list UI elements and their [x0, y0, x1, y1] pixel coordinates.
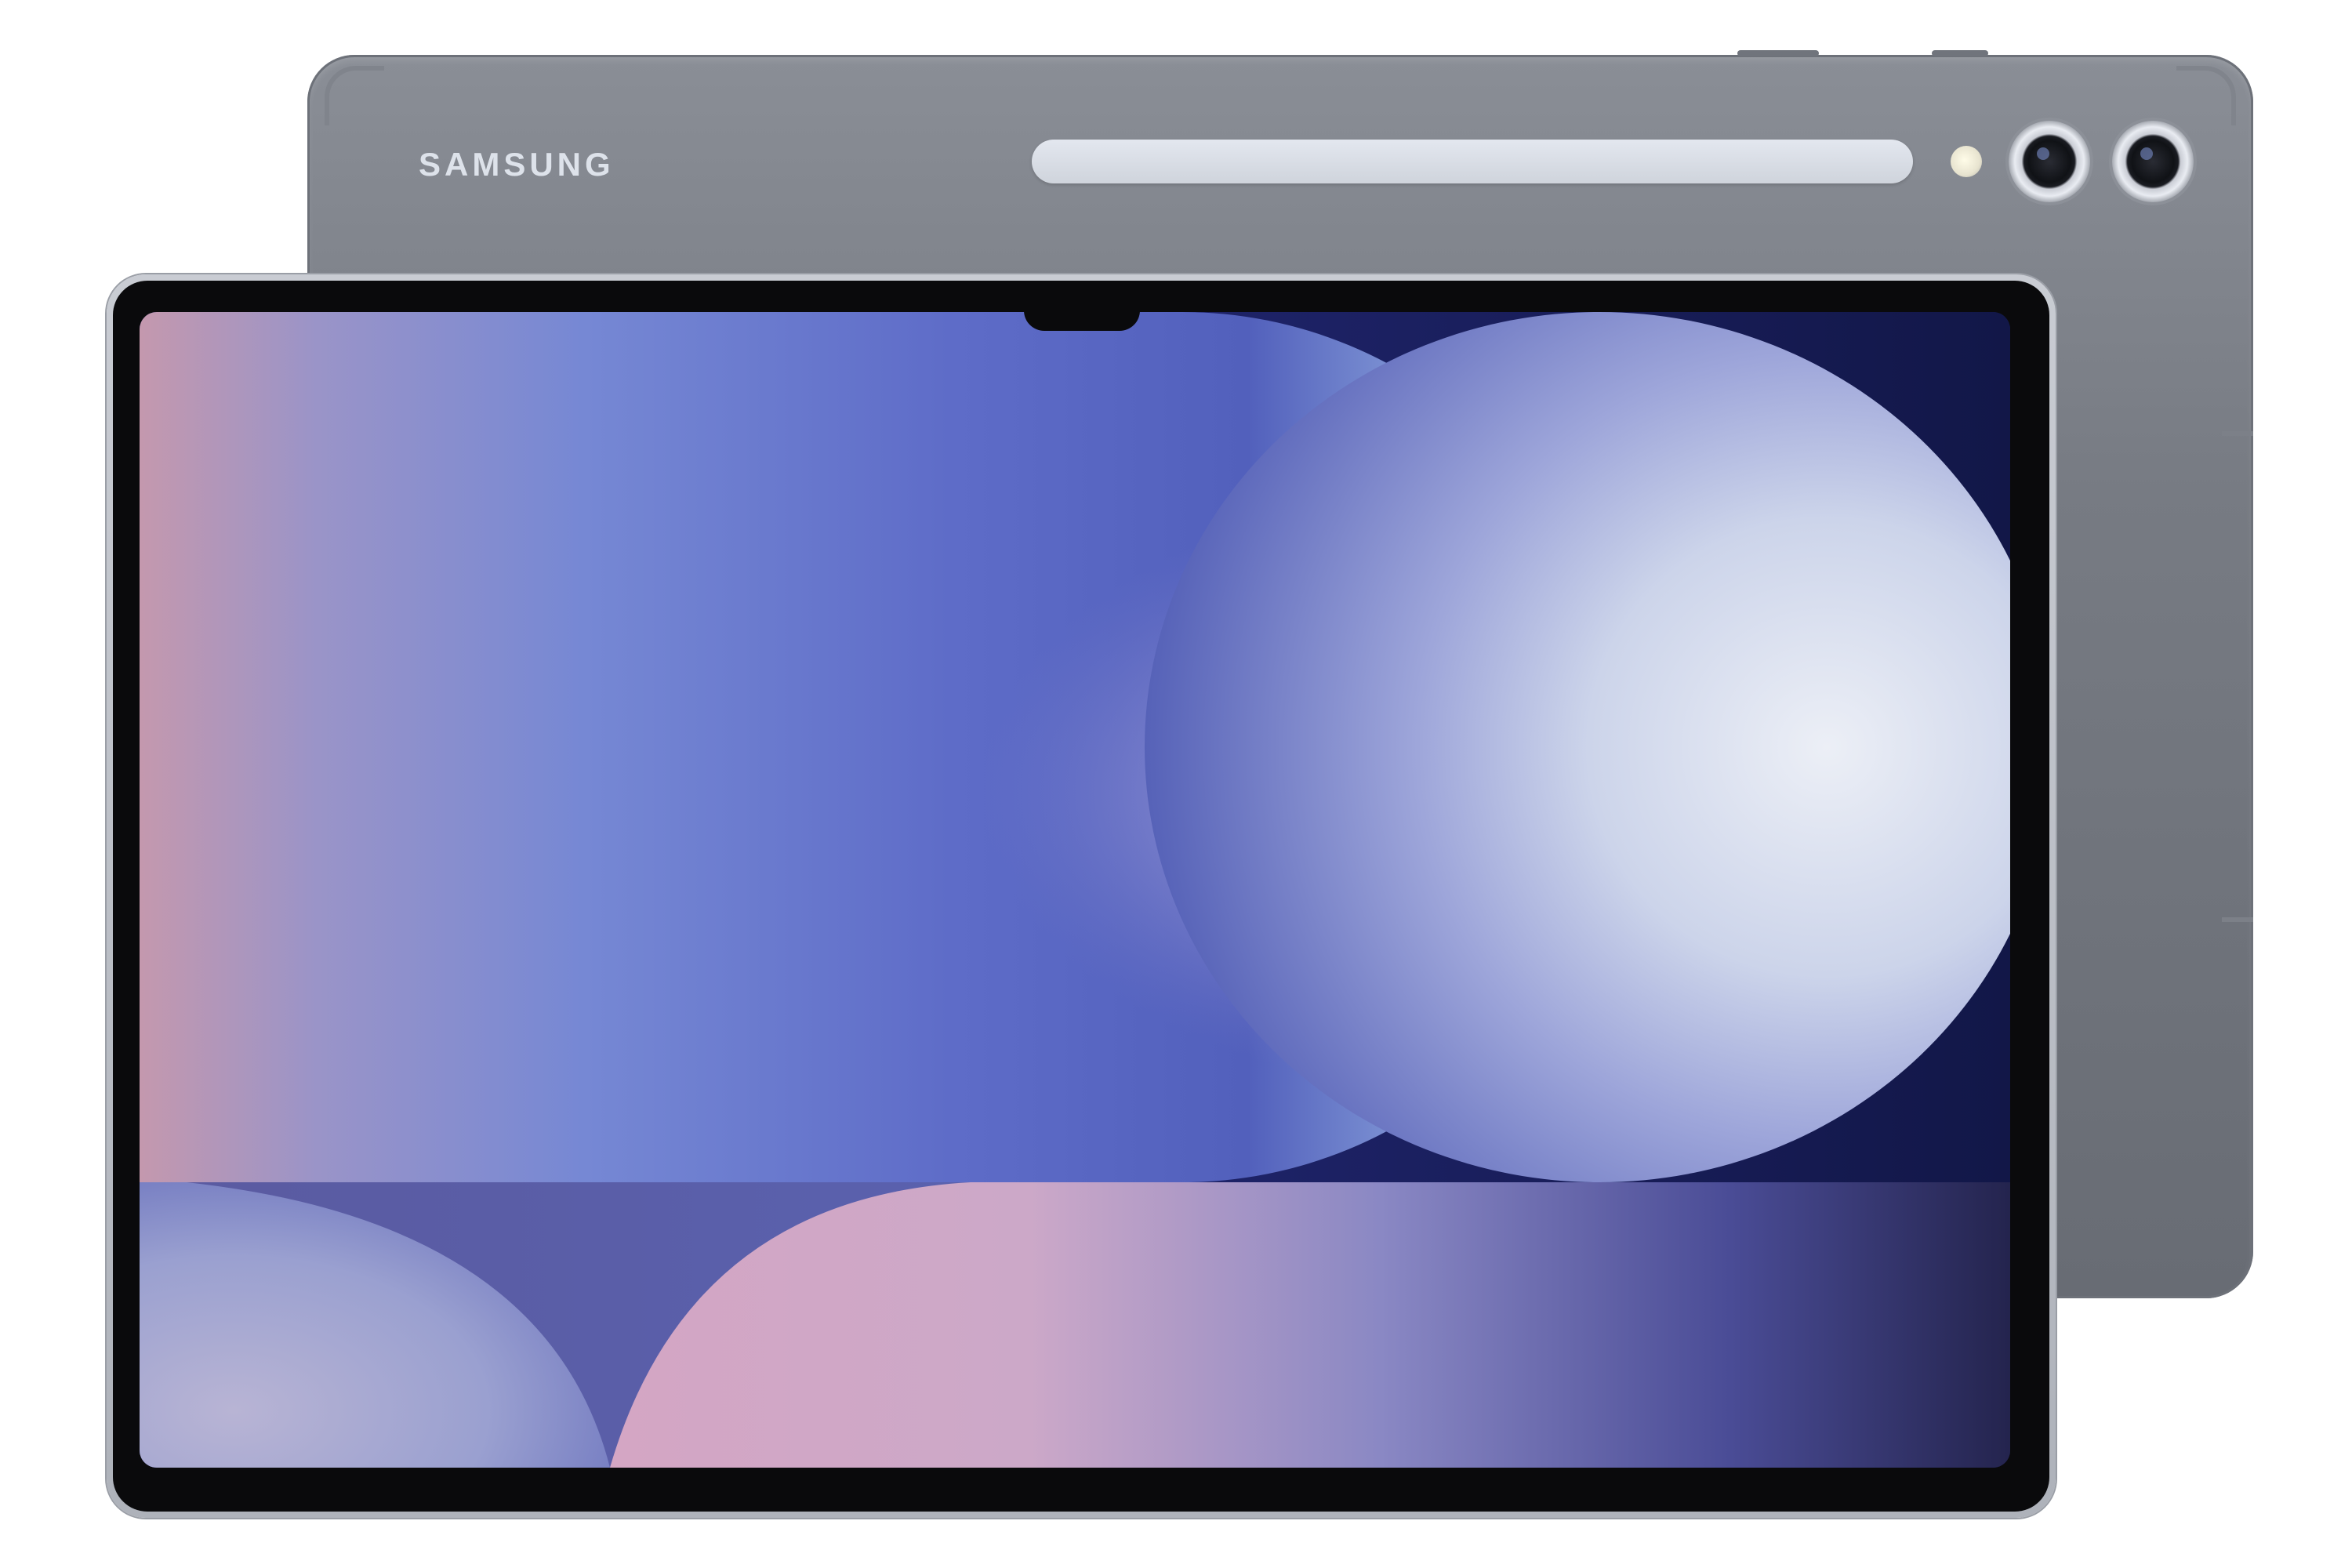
- frame-corner-top-right: [2176, 66, 2236, 125]
- tablet-front: [107, 274, 2056, 1518]
- rear-camera-1-icon: [2009, 121, 2090, 202]
- frame-corner-top-left: [325, 66, 384, 125]
- front-camera-icon: [1024, 310, 1140, 331]
- display-screen: [140, 312, 2010, 1468]
- antenna-line-right-lower: [2222, 917, 2253, 922]
- rear-camera-2-icon: [2112, 121, 2194, 202]
- brand-logo: SAMSUNG: [419, 146, 615, 183]
- s-pen-slot: [1032, 140, 1913, 183]
- wallpaper: [140, 312, 2010, 1468]
- power-button: [1932, 50, 1988, 56]
- volume-button: [1737, 50, 1819, 56]
- flash-icon: [1951, 146, 1982, 177]
- antenna-line-right-upper: [2222, 431, 2253, 436]
